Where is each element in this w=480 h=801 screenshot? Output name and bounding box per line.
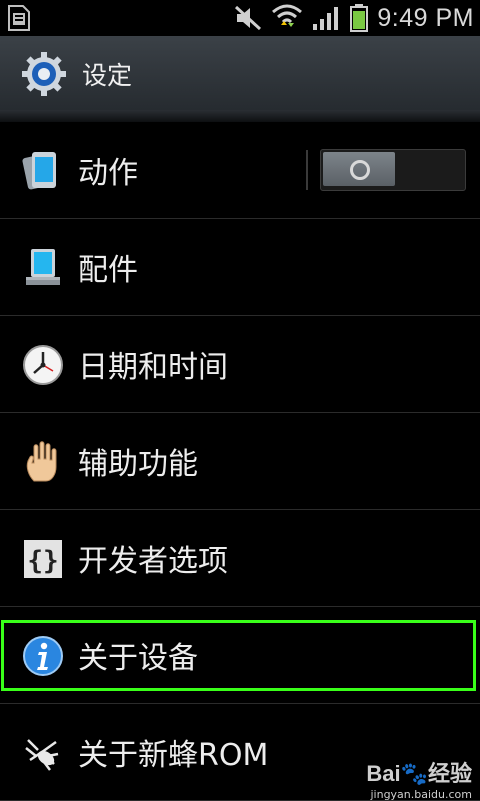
motion-toggle[interactable] <box>320 149 466 191</box>
battery-icon <box>350 4 369 32</box>
page-title: 设定 <box>82 61 133 90</box>
action-bar: 设定 <box>0 36 480 112</box>
watermark-logo: Bai🐾经验 <box>366 761 472 786</box>
settings-item-accessibility[interactable]: 辅助功能 <box>0 413 480 510</box>
settings-item-label: 开发者选项 <box>78 544 228 579</box>
settings-item-label: 关于设备 <box>78 641 198 676</box>
wifi-icon <box>272 4 303 27</box>
clock-icon <box>23 345 63 385</box>
bee-icon <box>25 739 59 771</box>
hand-icon <box>26 441 57 482</box>
settings-item-label: 辅助功能 <box>78 447 198 482</box>
watermark: Bai🐾经验 jingyan.baidu.com <box>342 756 472 801</box>
toggle-thumb[interactable] <box>323 152 395 186</box>
toggle-off-icon <box>350 160 370 180</box>
svg-text:{}: {} <box>27 546 58 576</box>
status-bar: 9:49 PM <box>0 0 480 36</box>
settings-item-label: 关于新蜂ROM <box>78 738 269 773</box>
settings-item-accessory[interactable]: 配件 <box>0 219 480 316</box>
settings-item-date-time[interactable]: 日期和时间 <box>0 316 480 413</box>
settings-list: 动作 配件 日期和时间 辅助功能 {} 开发者选项 关于设备 关于新蜂ROM <box>0 122 480 801</box>
settings-item-label: 日期和时间 <box>78 350 228 385</box>
settings-gear-icon[interactable] <box>20 50 68 98</box>
watermark-url: jingyan.baidu.com <box>370 788 472 801</box>
sd-card-icon <box>8 5 30 31</box>
settings-item-developer-options[interactable]: {} 开发者选项 <box>0 510 480 607</box>
settings-item-about-device[interactable]: 关于设备 <box>0 607 480 704</box>
accessory-dock-icon <box>26 249 60 285</box>
settings-item-label: 配件 <box>78 253 138 288</box>
braces-icon: {} <box>24 540 62 578</box>
motion-phone-icon <box>22 152 56 190</box>
toggle-divider <box>306 150 308 190</box>
status-time: 9:49 PM <box>377 3 474 32</box>
info-icon <box>23 636 63 676</box>
signal-icon <box>313 7 339 30</box>
mute-icon <box>235 5 262 31</box>
scroll-peek <box>0 110 480 122</box>
settings-item-label: 动作 <box>78 156 138 191</box>
settings-item-motion[interactable]: 动作 <box>0 122 480 219</box>
